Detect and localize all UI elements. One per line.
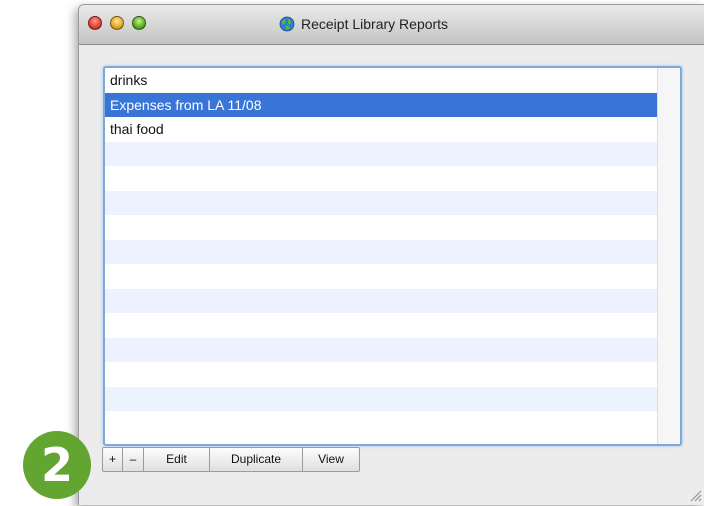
edit-report-button[interactable]: Edit	[144, 447, 210, 472]
resize-grip-icon[interactable]	[688, 488, 702, 502]
globe-icon	[279, 16, 295, 32]
report-row[interactable]	[105, 264, 658, 289]
report-row[interactable]	[105, 141, 658, 166]
duplicate-report-button[interactable]: Duplicate	[210, 447, 303, 472]
scrollbar-track[interactable]	[657, 68, 680, 444]
report-row[interactable]: drinks	[105, 68, 658, 93]
report-row[interactable]	[105, 313, 658, 338]
add-report-button[interactable]: +	[102, 447, 123, 472]
report-row[interactable]	[105, 166, 658, 191]
report-row[interactable]	[105, 337, 658, 362]
list-toolbar: + – Edit Duplicate View	[102, 447, 360, 472]
report-row[interactable]	[105, 239, 658, 264]
report-row[interactable]: thai food	[105, 117, 658, 142]
title-bar[interactable]: Receipt Library Reports	[79, 5, 704, 45]
report-row[interactable]	[105, 190, 658, 215]
reports-list-rows: drinks Expenses from LA 11/08 thai food	[105, 68, 658, 444]
remove-report-button[interactable]: –	[123, 447, 144, 472]
close-button[interactable]	[88, 16, 102, 30]
report-row[interactable]	[105, 288, 658, 313]
screenshot-stage: Receipt Library Reports drinks Expenses f…	[0, 0, 704, 506]
window-title-text: Receipt Library Reports	[301, 16, 449, 32]
view-report-button[interactable]: View	[303, 447, 360, 472]
report-row[interactable]	[105, 362, 658, 387]
report-row[interactable]	[105, 386, 658, 411]
window-title: Receipt Library Reports	[279, 16, 448, 32]
reports-window: Receipt Library Reports drinks Expenses f…	[78, 4, 704, 505]
report-row[interactable]	[105, 411, 658, 436]
window-controls	[88, 16, 146, 30]
window-content: drinks Expenses from LA 11/08 thai food	[79, 45, 704, 505]
step-number-badge: 2	[23, 431, 91, 499]
reports-list[interactable]: drinks Expenses from LA 11/08 thai food	[103, 66, 682, 446]
zoom-button[interactable]	[132, 16, 146, 30]
report-row[interactable]	[105, 215, 658, 240]
report-row[interactable]: Expenses from LA 11/08	[105, 92, 658, 117]
minimize-button[interactable]	[110, 16, 124, 30]
